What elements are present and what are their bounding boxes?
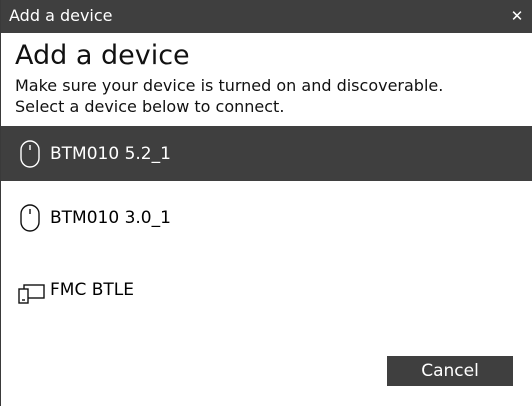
device-item-fmc-btle[interactable]: FMC BTLE: [1, 262, 532, 317]
mouse-icon: [18, 203, 44, 233]
device-label: BTM010 3.0_1: [50, 208, 171, 228]
device-item-btm010-3-0[interactable]: BTM010 3.0_1: [1, 190, 532, 245]
device-label: FMC BTLE: [50, 280, 134, 300]
close-button[interactable]: ✕: [506, 4, 528, 28]
description-line-1: Make sure your device is turned on and d…: [15, 76, 444, 95]
device-item-btm010-5-2[interactable]: BTM010 5.2_1: [1, 126, 532, 181]
title-bar: Add a device ✕: [1, 0, 532, 33]
device-label: BTM010 5.2_1: [50, 144, 171, 164]
description-line-2: Select a device below to connect.: [15, 97, 285, 116]
add-device-window: Add a device ✕ Add a device Make sure yo…: [0, 0, 532, 406]
page-title: Add a device: [15, 40, 190, 71]
cancel-button[interactable]: Cancel: [387, 356, 513, 386]
mouse-icon: [18, 139, 44, 169]
close-icon: ✕: [510, 7, 524, 25]
window-title: Add a device: [9, 6, 113, 25]
devices-icon: [18, 275, 45, 305]
